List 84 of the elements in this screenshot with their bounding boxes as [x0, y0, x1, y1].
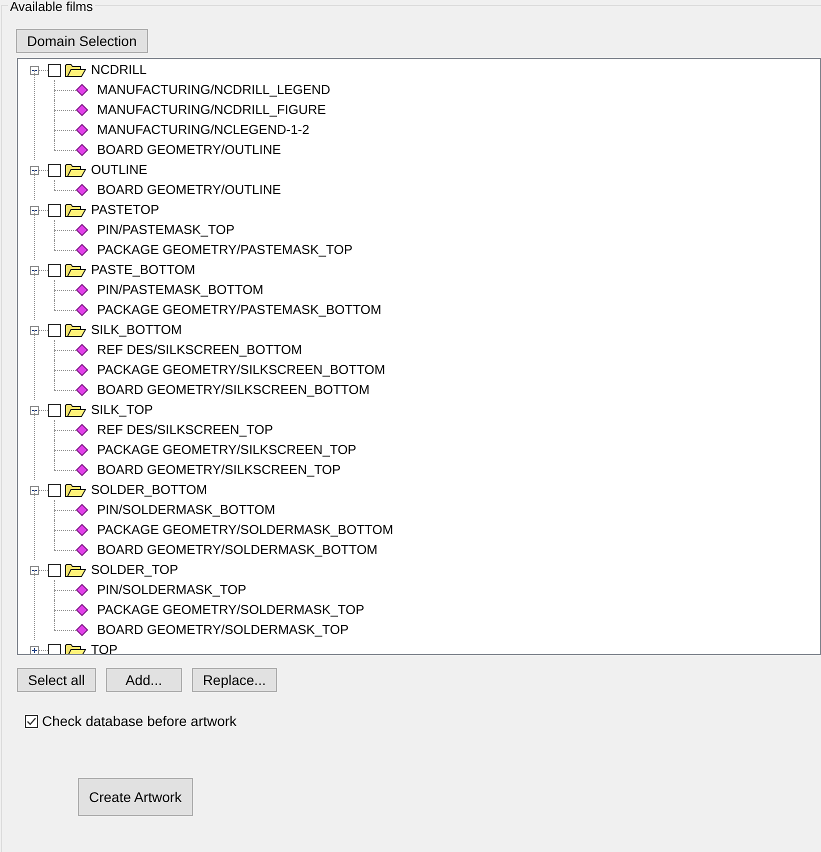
diamond-icon	[76, 604, 88, 616]
checkbox[interactable]	[48, 264, 61, 276]
tree-item[interactable]: PACKAGE GEOMETRY/SILKSCREEN_TOP	[97, 440, 356, 460]
collapse-icon[interactable]	[30, 406, 39, 414]
check-database-checkbox[interactable]	[25, 715, 38, 728]
folder-icon	[65, 643, 86, 654]
create-artwork-button[interactable]: Create Artwork	[78, 778, 193, 816]
checkbox[interactable]	[48, 484, 61, 496]
checkbox[interactable]	[48, 64, 61, 76]
tree-item[interactable]: MANUFACTURING/NCLEGEND-1-2	[97, 120, 310, 140]
collapse-icon[interactable]	[30, 166, 39, 174]
diamond-icon	[76, 184, 88, 196]
tree-item[interactable]: SILK_TOP	[91, 400, 153, 420]
tree-item[interactable]: PIN/PASTEMASK_BOTTOM	[97, 280, 264, 300]
tree-item[interactable]: MANUFACTURING/NCDRILL_LEGEND	[97, 80, 330, 100]
tree-item[interactable]: NCDRILL	[91, 60, 147, 80]
diamond-icon	[76, 84, 88, 96]
tree-item[interactable]: PIN/SOLDERMASK_BOTTOM	[97, 500, 276, 520]
tree-item[interactable]: BOARD GEOMETRY/SOLDERMASK_TOP	[97, 620, 349, 640]
diamond-icon	[76, 464, 88, 476]
diamond-icon	[76, 224, 88, 236]
checkbox-label: Check database before artwork	[42, 712, 237, 731]
collapse-icon[interactable]	[30, 566, 39, 574]
diamond-icon	[76, 504, 88, 516]
tree-item[interactable]: SOLDER_TOP	[91, 560, 178, 580]
folder-icon	[65, 203, 86, 217]
diamond-icon	[76, 124, 88, 136]
diamond-icon	[76, 584, 88, 596]
diamond-icon	[76, 544, 88, 556]
folder-icon	[65, 403, 86, 417]
tree-item[interactable]: BOARD GEOMETRY/OUTLINE	[97, 140, 281, 160]
diamond-icon	[76, 384, 88, 396]
checkbox[interactable]	[48, 644, 61, 654]
list-button[interactable]: Add...	[106, 668, 182, 692]
diamond-icon	[76, 624, 88, 636]
diamond-icon	[76, 104, 88, 116]
list-button[interactable]: Select all	[17, 668, 96, 692]
diamond-icon	[76, 364, 88, 376]
collapse-icon[interactable]	[30, 66, 39, 74]
checkbox[interactable]	[48, 564, 61, 576]
diamond-icon	[76, 444, 88, 456]
collapse-icon[interactable]	[30, 486, 39, 494]
collapse-icon[interactable]	[30, 326, 39, 334]
tree-item[interactable]: PACKAGE GEOMETRY/PASTEMASK_BOTTOM	[97, 300, 382, 320]
domain-selection-button[interactable]: Domain Selection	[16, 29, 148, 53]
diamond-icon	[76, 244, 88, 256]
folder-icon	[65, 483, 86, 497]
tree-item[interactable]: PACKAGE GEOMETRY/SILKSCREEN_BOTTOM	[97, 360, 386, 380]
diamond-icon	[76, 344, 88, 356]
folder-icon	[65, 563, 86, 577]
tree-item[interactable]: PASTETOP	[91, 200, 160, 220]
tree-item[interactable]: MANUFACTURING/NCDRILL_FIGURE	[97, 100, 326, 120]
tree-item[interactable]: BOARD GEOMETRY/SILKSCREEN_TOP	[97, 460, 341, 480]
tree-item[interactable]: PACKAGE GEOMETRY/SOLDERMASK_BOTTOM	[97, 520, 394, 540]
tree-item[interactable]: OUTLINE	[91, 160, 148, 180]
tree-item[interactable]: PIN/PASTEMASK_TOP	[97, 220, 235, 240]
diamond-icon	[76, 284, 88, 296]
tree-item[interactable]: BOARD GEOMETRY/SOLDERMASK_BOTTOM	[97, 540, 378, 560]
folder-icon	[65, 263, 86, 277]
folder-icon	[65, 63, 86, 77]
collapse-icon[interactable]	[30, 266, 39, 274]
diamond-icon	[76, 424, 88, 436]
diamond-icon	[76, 304, 88, 316]
tree-item[interactable]: PIN/SOLDERMASK_TOP	[97, 580, 246, 600]
checkbox[interactable]	[48, 164, 61, 176]
checkbox[interactable]	[48, 404, 61, 416]
tree-item[interactable]: SOLDER_BOTTOM	[91, 480, 208, 500]
tree-item[interactable]: SILK_BOTTOM	[91, 320, 182, 340]
tree-item[interactable]: PASTE_BOTTOM	[91, 260, 196, 280]
tree-item[interactable]: REF DES/SILKSCREEN_BOTTOM	[97, 340, 302, 360]
diamond-icon	[76, 144, 88, 156]
tree-item[interactable]: PACKAGE GEOMETRY/PASTEMASK_TOP	[97, 240, 352, 260]
diamond-icon	[76, 524, 88, 536]
tree-item[interactable]: PACKAGE GEOMETRY/SOLDERMASK_TOP	[97, 600, 364, 620]
tree-item[interactable]: BOARD GEOMETRY/SILKSCREEN_BOTTOM	[97, 380, 370, 400]
checkbox[interactable]	[48, 204, 61, 216]
list-button[interactable]: Replace...	[192, 668, 277, 692]
folder-icon	[65, 163, 86, 177]
tree-item[interactable]: BOARD GEOMETRY/OUTLINE	[97, 180, 281, 200]
collapse-icon[interactable]	[30, 206, 39, 214]
checkbox[interactable]	[48, 324, 61, 336]
expand-icon[interactable]	[30, 646, 39, 654]
folder-icon	[65, 323, 86, 337]
tree-item[interactable]: REF DES/SILKSCREEN_TOP	[97, 420, 274, 440]
